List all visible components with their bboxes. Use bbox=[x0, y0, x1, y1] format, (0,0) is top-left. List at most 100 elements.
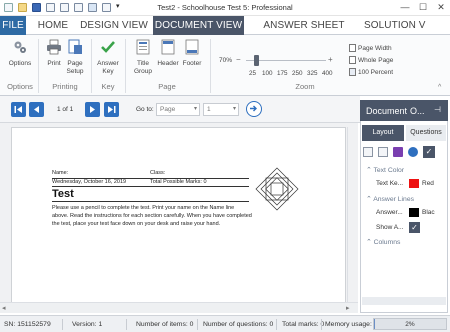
memory-usage-value: 2% bbox=[405, 321, 415, 328]
instructions-text: Please use a pencil to complete the test… bbox=[52, 205, 252, 227]
zoom-tick-label: 25 bbox=[249, 70, 257, 77]
serial-number: SN: 151152579 bbox=[4, 321, 51, 328]
page-setup-label-line2: Setup bbox=[66, 68, 84, 75]
title-bar: ▾ Test2 - Schoolhouse Test 5: Profession… bbox=[0, 0, 450, 16]
group-label-zoom: Zoom bbox=[295, 82, 315, 91]
goto-value-input[interactable]: 1 ▾ bbox=[203, 103, 239, 116]
printer-icon bbox=[47, 39, 61, 55]
options-button[interactable]: Options bbox=[7, 39, 33, 68]
next-page-button[interactable] bbox=[85, 102, 100, 117]
whole-page-button[interactable]: Whole Page bbox=[349, 56, 393, 64]
checkmark-icon bbox=[101, 41, 115, 53]
show-answer-label: Show A... bbox=[376, 223, 404, 231]
ribbon-tabs: FILE HOME DESIGN VIEW DOCUMENT VIEW ANSW… bbox=[0, 16, 450, 50]
section-text-color[interactable]: ⌃ Text Color bbox=[366, 166, 404, 174]
section-columns[interactable]: ⌃ Columns bbox=[366, 238, 400, 246]
answer-color-row[interactable]: Answer... Blac bbox=[376, 205, 435, 219]
ribbon-separator bbox=[38, 39, 39, 93]
last-page-icon bbox=[108, 106, 116, 113]
tab-home[interactable]: HOME bbox=[32, 16, 74, 35]
section-answer-lines[interactable]: ⌃ Answer Lines bbox=[366, 195, 414, 203]
scroll-left-icon[interactable]: ◂ bbox=[2, 304, 6, 312]
text-key-value: Red bbox=[422, 179, 434, 187]
goto-button[interactable] bbox=[246, 101, 262, 117]
title-group-button[interactable]: Title Group bbox=[132, 39, 154, 76]
refresh-icon[interactable] bbox=[408, 147, 418, 157]
print-button[interactable]: Print bbox=[44, 39, 64, 68]
zoom-slider-thumb[interactable] bbox=[253, 55, 259, 66]
close-button[interactable]: ✕ bbox=[431, 1, 450, 14]
categorized-icon[interactable] bbox=[363, 147, 373, 157]
ribbon: Options Options Print Page Setup Printin… bbox=[0, 35, 450, 96]
vertical-scrollbar[interactable] bbox=[347, 127, 357, 313]
red-color-swatch bbox=[409, 178, 419, 188]
first-page-icon bbox=[14, 106, 22, 113]
status-separator bbox=[276, 319, 277, 330]
show-answer-checkbox[interactable]: ✓ bbox=[409, 221, 420, 233]
header-button[interactable]: Header bbox=[156, 39, 180, 68]
maximize-button[interactable]: ☐ bbox=[413, 1, 433, 14]
answer-key-button[interactable]: Answer Key bbox=[96, 39, 120, 76]
class-label: Class: bbox=[150, 170, 166, 176]
page-setup-label-line1: Page bbox=[67, 60, 83, 67]
ribbon-separator bbox=[125, 39, 126, 93]
collapse-ribbon-icon[interactable]: ^ bbox=[438, 84, 441, 91]
scroll-right-icon[interactable]: ▸ bbox=[346, 304, 350, 312]
tab-layout[interactable]: Layout bbox=[362, 125, 404, 141]
title-group-label-line1: Title bbox=[136, 60, 150, 67]
first-page-button[interactable] bbox=[11, 102, 26, 117]
goto-value: 1 bbox=[207, 106, 211, 113]
pin-icon[interactable]: ⊣ bbox=[434, 105, 441, 114]
save-icon[interactable] bbox=[393, 147, 403, 157]
window-title: Test2 - Schoolhouse Test 5: Professional bbox=[157, 3, 293, 12]
header-icon bbox=[161, 39, 175, 55]
number-of-questions: Number of questions: 0 bbox=[203, 321, 274, 328]
page-width-button[interactable]: Page Width bbox=[349, 44, 392, 52]
memory-usage-label: Memory usage: bbox=[325, 321, 372, 328]
name-label: Name: bbox=[52, 170, 69, 176]
total-marks: Total marks: 0 bbox=[282, 321, 325, 328]
zoom-out-icon[interactable]: − bbox=[236, 55, 241, 64]
previous-page-button[interactable] bbox=[29, 102, 44, 117]
zoom-tick-label: 400 bbox=[322, 70, 333, 77]
text-key-label: Text Ke... bbox=[376, 179, 404, 187]
answer-color-value: Blac bbox=[422, 208, 435, 216]
heading-rule bbox=[52, 201, 249, 202]
horizontal-scrollbar[interactable]: ◂ ▸ bbox=[0, 302, 358, 313]
hundred-percent-button[interactable]: 100 Percent bbox=[349, 68, 393, 76]
tab-questions[interactable]: Questions bbox=[406, 125, 446, 141]
minimize-button[interactable]: — bbox=[395, 1, 415, 14]
answer-key-label-line1: Answer bbox=[97, 60, 119, 67]
page-setup-button[interactable]: Page Setup bbox=[65, 39, 85, 76]
tab-design-view[interactable]: DESIGN VIEW bbox=[80, 16, 148, 35]
last-page-button[interactable] bbox=[104, 102, 119, 117]
tab-file[interactable]: FILE bbox=[0, 16, 26, 35]
show-answer-row[interactable]: Show A... ✓ bbox=[376, 220, 420, 234]
zoom-current-value: 70% bbox=[219, 57, 233, 64]
gears-icon bbox=[14, 41, 26, 53]
goto-type-select[interactable]: Page ▾ bbox=[156, 103, 200, 116]
tab-answer-sheet-view[interactable]: ANSWER SHEET VIEW bbox=[252, 16, 356, 50]
group-label-key: Key bbox=[101, 82, 115, 91]
checked-toggle-icon[interactable]: ✓ bbox=[423, 146, 435, 158]
footer-button[interactable]: Footer bbox=[181, 39, 203, 68]
decorative-diamond-logo bbox=[255, 167, 299, 211]
alphabetical-icon[interactable] bbox=[378, 147, 388, 157]
zoom-tick-label: 100 bbox=[262, 70, 273, 77]
tab-document-view[interactable]: DOCUMENT VIEW bbox=[153, 16, 244, 35]
answer-color-label: Answer... bbox=[376, 208, 403, 216]
black-color-swatch bbox=[409, 207, 419, 217]
status-bar: SN: 151152579 Version: 1 Number of items… bbox=[0, 315, 450, 332]
text-key-row[interactable]: Text Ke... Red bbox=[376, 176, 434, 190]
status-separator bbox=[321, 319, 322, 330]
ribbon-separator bbox=[210, 39, 211, 93]
chevron-down-icon: ▾ bbox=[193, 106, 197, 112]
section-text-color-label: Text Color bbox=[373, 167, 405, 174]
zoom-in-icon[interactable]: + bbox=[328, 55, 333, 64]
number-of-items: Number of items: 0 bbox=[136, 321, 194, 328]
panel-horizontal-scrollbar[interactable] bbox=[362, 297, 446, 305]
panel-title: Document bbox=[366, 106, 408, 116]
whole-page-label: Whole Page bbox=[358, 56, 394, 64]
tab-solution-view[interactable]: SOLUTION V bbox=[364, 16, 448, 35]
document-page: Name: Class: Wednesday, October 16, 2019… bbox=[11, 127, 346, 313]
